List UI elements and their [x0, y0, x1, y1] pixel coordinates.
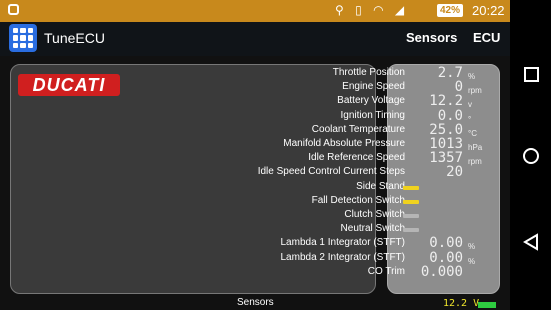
clock: 20:22	[472, 3, 505, 18]
sensor-label: Idle Speed Control Current Steps	[257, 166, 405, 178]
home-icon[interactable]	[520, 146, 542, 168]
voltage-readout: 12.2 V	[443, 298, 480, 309]
signal-icon: ◢	[394, 3, 409, 17]
sensor-label: Idle Reference Speed	[308, 152, 405, 164]
sensor-value: 25.0	[429, 121, 463, 138]
sensor-value: 0	[454, 79, 463, 96]
sensor-label: Clutch Switch	[344, 209, 405, 220]
app-bar: TuneECU Sensors ECU	[0, 22, 510, 56]
tab-ecu[interactable]: ECU	[473, 30, 500, 45]
ducati-logo: DUCATI	[18, 74, 120, 96]
vibrate-icon: ▯	[355, 3, 366, 17]
sensor-label: Neutral Switch	[340, 223, 405, 235]
status-bar: ⚲ ▯ ◠ ◢ 42% 20:22	[0, 0, 510, 22]
sensor-value: 20	[446, 164, 463, 181]
notification-icon	[8, 4, 19, 15]
sensor-value: 0.00	[429, 235, 463, 252]
system-nav-bar	[510, 0, 551, 310]
sensor-value: 0.000	[420, 263, 463, 280]
sensor-value: 2.7	[437, 65, 463, 81]
recent-apps-icon[interactable]	[520, 64, 542, 86]
voltage-bar	[478, 302, 496, 308]
switch-indicator	[403, 185, 419, 190]
switch-indicator	[403, 199, 419, 204]
footer-label: Sensors	[237, 297, 274, 308]
sensor-unit: %	[468, 256, 476, 266]
app-grid-icon[interactable]	[9, 24, 37, 52]
battery-indicator: 42%	[437, 4, 464, 17]
sensor-unit: %	[468, 72, 476, 81]
status-icons: ⚲ ▯ ◠ ◢	[335, 3, 408, 17]
sensor-label: Fall Detection Switch	[311, 194, 405, 206]
sensor-label: Lambda 1 Integrator (STFT)	[280, 237, 406, 249]
sensor-value: 1013	[429, 136, 463, 152]
sensor-value: 12.2	[429, 93, 463, 110]
sensor-unit: hPa	[468, 143, 483, 152]
sensor-unit: v	[468, 100, 472, 110]
sensor-value: 1357	[429, 150, 463, 167]
wifi-icon: ◠	[373, 3, 388, 17]
switch-indicator	[403, 214, 419, 218]
app-title: TuneECU	[44, 30, 105, 46]
back-icon[interactable]	[520, 232, 542, 254]
location-icon: ⚲	[335, 3, 348, 17]
sensor-unit: °C	[468, 128, 477, 138]
sensor-value: 0.00	[429, 249, 463, 266]
sensor-unit: rpm	[468, 86, 482, 96]
sensor-label: Coolant Temperature	[311, 123, 405, 135]
sensor-label: Lambda 2 Integrator (STFT)	[280, 251, 406, 263]
sensor-unit: °	[468, 114, 472, 124]
sensor-label: Side Stand	[356, 180, 405, 192]
sensor-label: Manifold Absolute Pressure	[283, 138, 405, 149]
sensor-value: 0.0	[437, 107, 463, 124]
sensor-unit: rpm	[468, 157, 482, 167]
sensor-unit: %	[468, 242, 476, 252]
tab-sensors[interactable]: Sensors	[406, 30, 457, 45]
switch-indicator	[403, 228, 419, 233]
